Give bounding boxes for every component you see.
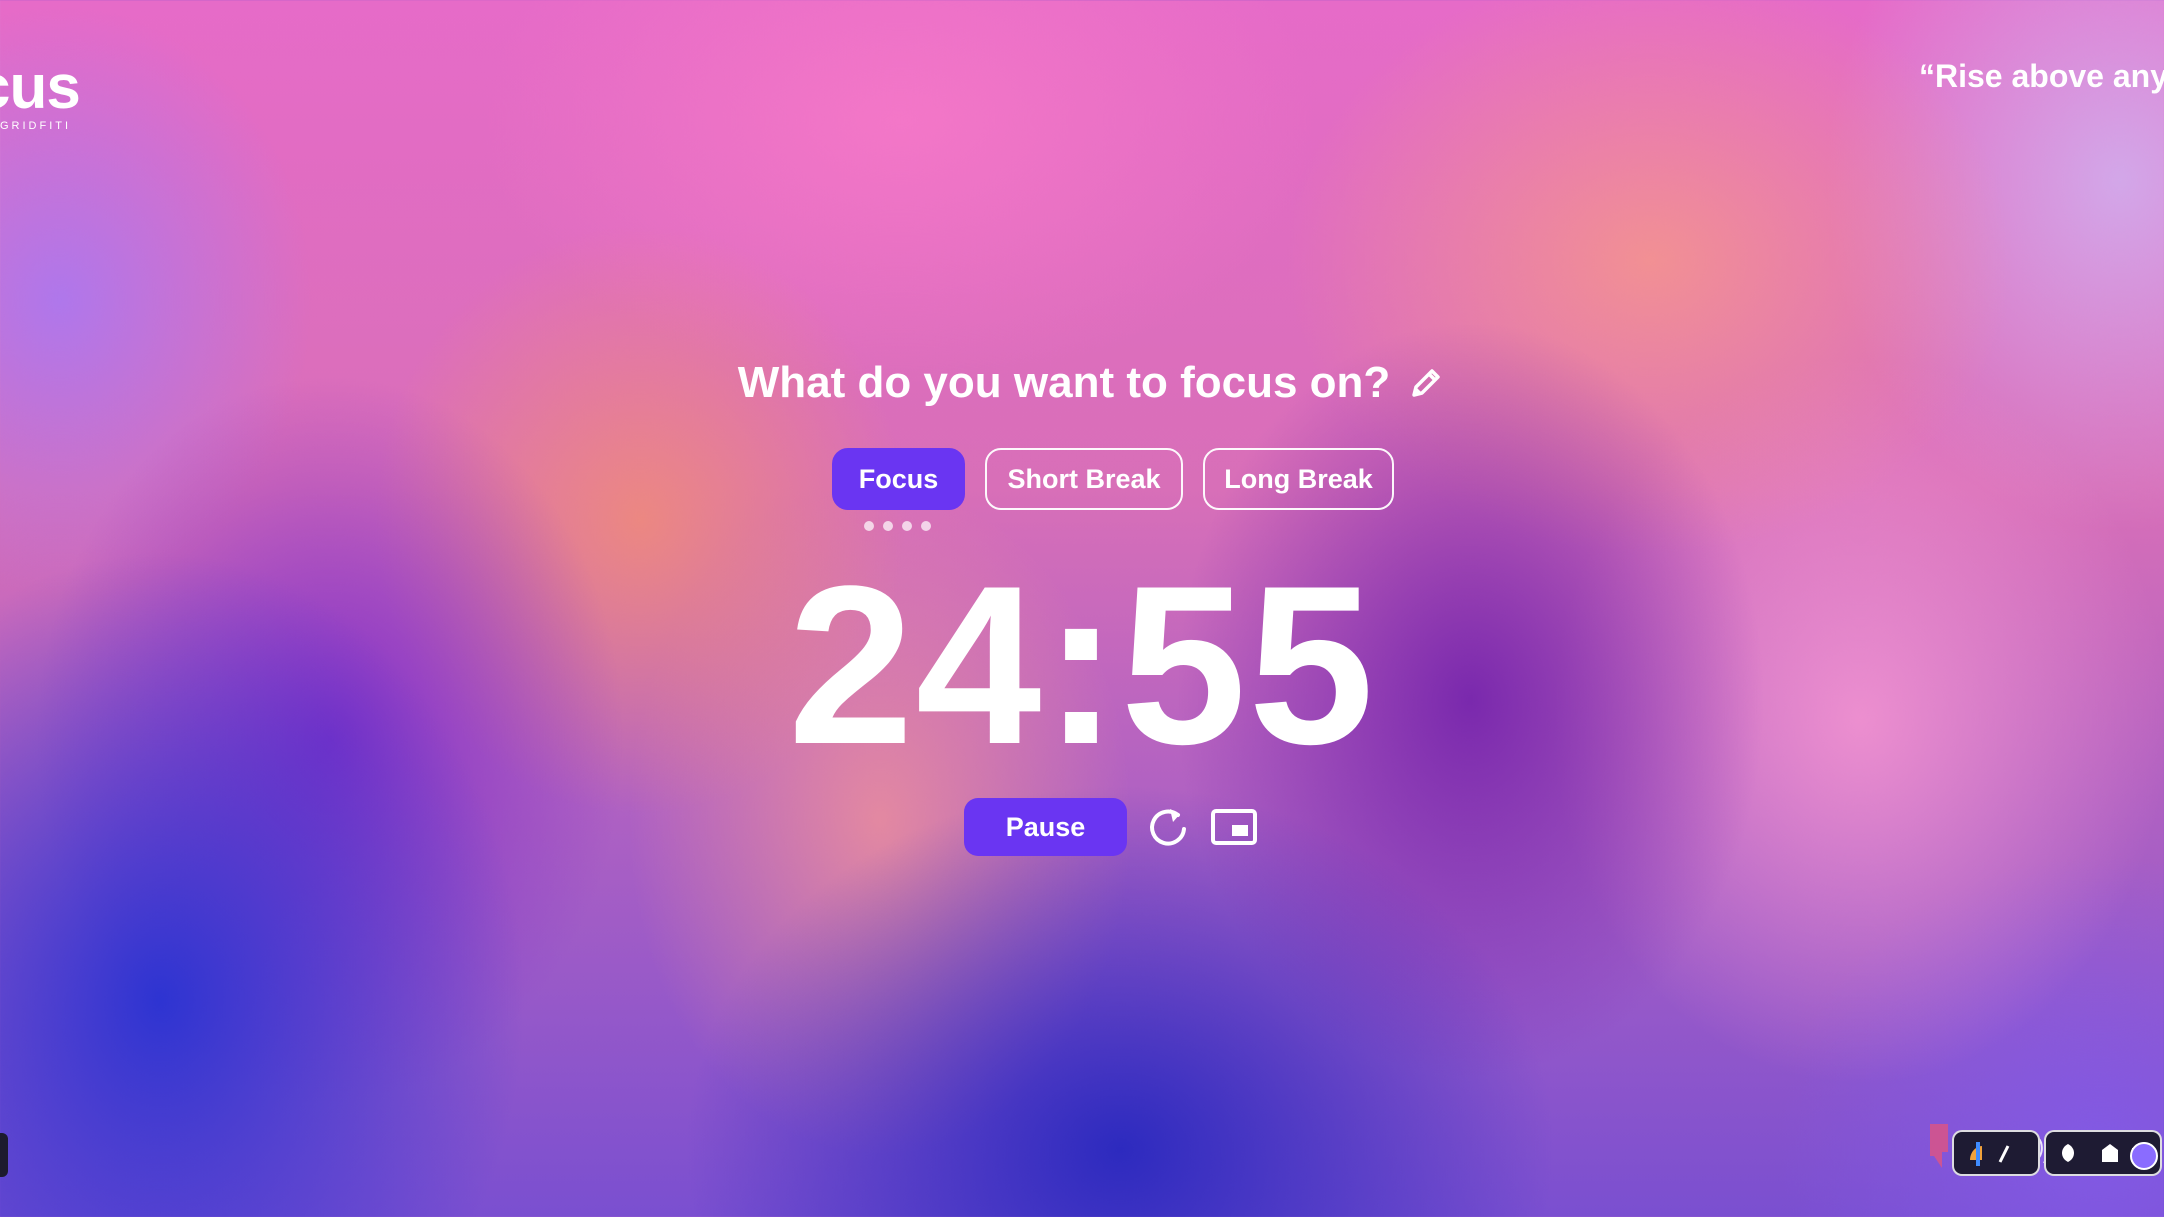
focus-task-title[interactable]: What do you want to focus on? — [738, 358, 1391, 408]
logo-subtitle: GRIDFITI — [0, 120, 72, 132]
picture-in-picture-icon[interactable] — [1209, 802, 1259, 852]
restart-icon[interactable] — [1143, 802, 1193, 852]
timer-controls: Pause — [964, 798, 1259, 856]
logo-wordmark: cus — [0, 53, 81, 122]
app-logo[interactable]: cus GRIDFITI — [0, 53, 81, 133]
tab-short-break[interactable]: Short Break — [985, 448, 1183, 510]
dock-status-icon[interactable] — [2130, 1142, 2158, 1170]
dock-app-launcher[interactable] — [1952, 1130, 2040, 1176]
widget-dock: XDA — [1926, 1118, 2164, 1184]
mode-tabs: Focus Short Break Long Break — [832, 448, 1394, 510]
left-edge-handle[interactable] — [0, 1133, 8, 1177]
session-progress-dots — [864, 521, 931, 531]
tab-focus[interactable]: Focus — [832, 448, 965, 510]
pencil-icon[interactable] — [1406, 363, 1446, 403]
motivational-quote: “Rise above any — [1919, 58, 2164, 94]
session-dot — [902, 521, 912, 531]
session-dot — [883, 521, 893, 531]
pause-button[interactable]: Pause — [964, 798, 1127, 856]
focus-task-row: What do you want to focus on? — [0, 358, 2164, 408]
countdown-timer: 24:55 — [787, 538, 1377, 791]
session-dot — [864, 521, 874, 531]
tab-long-break[interactable]: Long Break — [1203, 448, 1394, 510]
session-dot — [921, 521, 931, 531]
